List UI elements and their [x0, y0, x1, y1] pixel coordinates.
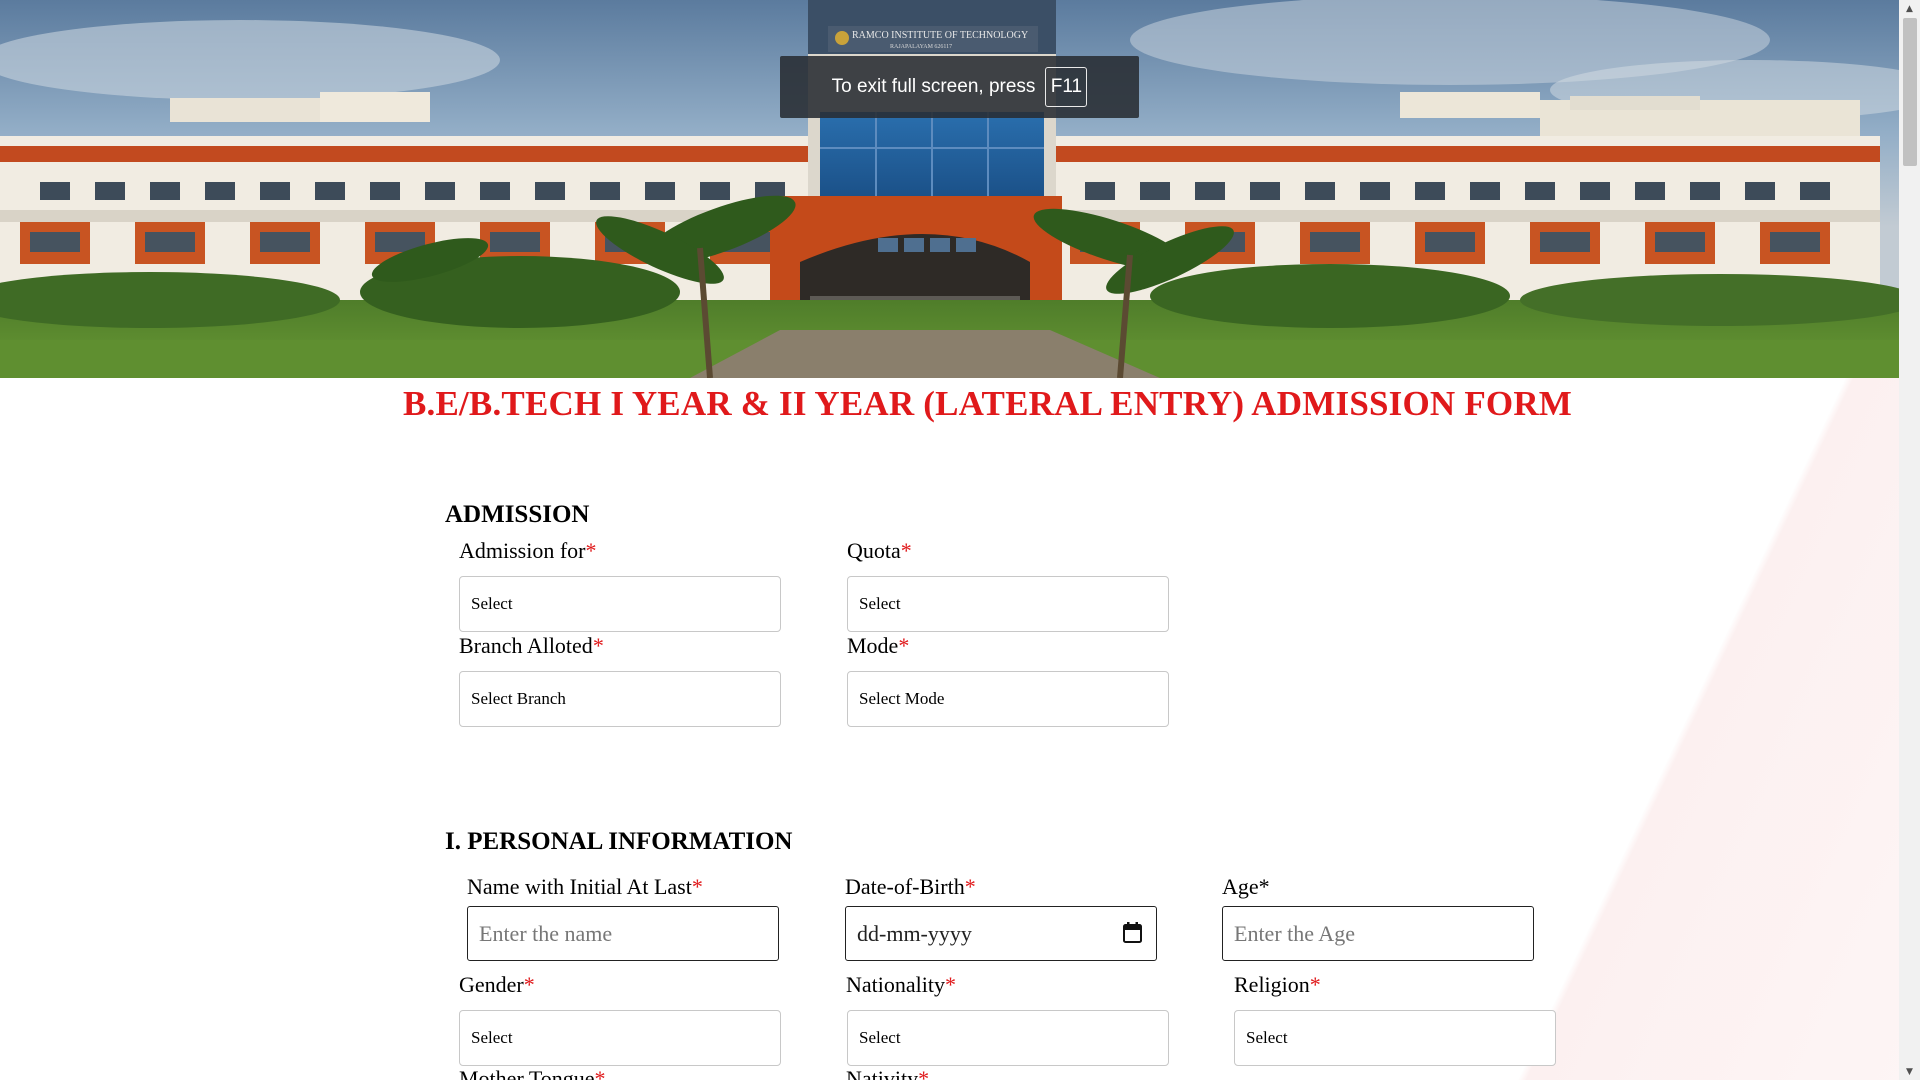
nationality-value: Select [859, 1028, 901, 1047]
quota-select[interactable]: Select [847, 576, 1169, 632]
required-mark: * [585, 538, 597, 563]
admission-for-value: Select [471, 594, 513, 613]
nativity-label: Nativity* [846, 1066, 929, 1080]
required-mark: * [898, 633, 910, 658]
scrollbar-thumb[interactable] [1903, 18, 1917, 166]
dob-label: Date-of-Birth* [845, 874, 976, 900]
admission-for-label: Admission for* [459, 538, 597, 564]
nativity-label-text: Nativity [846, 1066, 919, 1080]
dob-value: dd-mm-yyyy [857, 920, 972, 946]
calendar-icon[interactable] [1123, 922, 1142, 943]
gender-label-text: Gender [459, 972, 524, 997]
required-mark: * [964, 874, 976, 899]
quota-label: Quota* [847, 538, 912, 564]
personal-info-heading: I. PERSONAL INFORMATION [445, 828, 793, 855]
name-input[interactable]: Enter the name [467, 906, 779, 961]
quota-label-text: Quota [847, 538, 901, 563]
f11-key-hint: F11 [1045, 67, 1088, 107]
required-mark: * [918, 1066, 930, 1080]
required-mark: * [691, 874, 703, 899]
mode-label-text: Mode [847, 633, 899, 658]
dob-label-text: Date-of-Birth [845, 874, 965, 899]
religion-value: Select [1246, 1028, 1288, 1047]
admission-for-select[interactable]: Select [459, 576, 781, 632]
required-mark: * [592, 633, 604, 658]
fullscreen-notice: To exit full screen, press F11 [780, 56, 1139, 118]
name-placeholder: Enter the name [479, 920, 613, 946]
age-input[interactable]: Enter the Age [1222, 906, 1534, 961]
scroll-down-arrow-icon[interactable]: ▼ [1899, 1063, 1920, 1080]
mother-tongue-label-text: Mother Tongue [459, 1066, 595, 1080]
campus-sign-text: RAMCO INSTITUTE OF TECHNOLOGY [852, 30, 1028, 41]
gender-value: Select [471, 1028, 513, 1047]
campus-sign-subtext: RAJAPALAYAM 626117 [890, 44, 952, 50]
admission-heading: ADMISSION [445, 501, 590, 528]
branch-select[interactable]: Select Branch [459, 671, 781, 727]
required-mark: * [900, 538, 912, 563]
nationality-label-text: Nationality [846, 972, 945, 997]
fullscreen-notice-text: To exit full screen, press [831, 76, 1036, 97]
age-label-text: Age [1222, 874, 1259, 899]
nationality-label: Nationality* [846, 972, 956, 998]
mother-tongue-label: Mother Tongue* [459, 1066, 606, 1080]
age-placeholder: Enter the Age [1234, 920, 1355, 946]
mode-value: Select Mode [859, 689, 945, 708]
scroll-up-arrow-icon[interactable]: ▲ [1899, 0, 1920, 17]
gender-label: Gender* [459, 972, 535, 998]
religion-select[interactable]: Select [1234, 1010, 1556, 1066]
page: RAMCO INSTITUTE OF TECHNOLOGY RAJAPALAYA… [0, 0, 1899, 1080]
name-label: Name with Initial At Last* [467, 874, 703, 900]
required-mark: * [944, 972, 956, 997]
age-label: Age* [1222, 874, 1270, 900]
required-mark: * [594, 1066, 606, 1080]
form-title: B.E/B.TECH I YEAR & II YEAR (LATERAL ENT… [402, 384, 1573, 423]
admission-for-label-text: Admission for [459, 538, 586, 563]
nationality-select[interactable]: Select [847, 1010, 1169, 1066]
quota-value: Select [859, 594, 901, 613]
required-mark: * [523, 972, 535, 997]
branch-value: Select Branch [471, 689, 566, 708]
branch-label: Branch Alloted* [459, 633, 604, 659]
mode-select[interactable]: Select Mode [847, 671, 1169, 727]
background-wash [1379, 378, 1899, 1080]
name-label-text: Name with Initial At Last [467, 874, 692, 899]
required-mark: * [1309, 972, 1321, 997]
gender-select[interactable]: Select [459, 1010, 781, 1066]
mode-label: Mode* [847, 633, 909, 659]
branch-label-text: Branch Alloted [459, 633, 593, 658]
religion-label-text: Religion [1234, 972, 1310, 997]
required-mark: * [1258, 874, 1270, 899]
dob-input[interactable]: dd-mm-yyyy [845, 906, 1157, 961]
vertical-scrollbar[interactable]: ▲ ▼ [1899, 0, 1920, 1080]
religion-label: Religion* [1234, 972, 1321, 998]
